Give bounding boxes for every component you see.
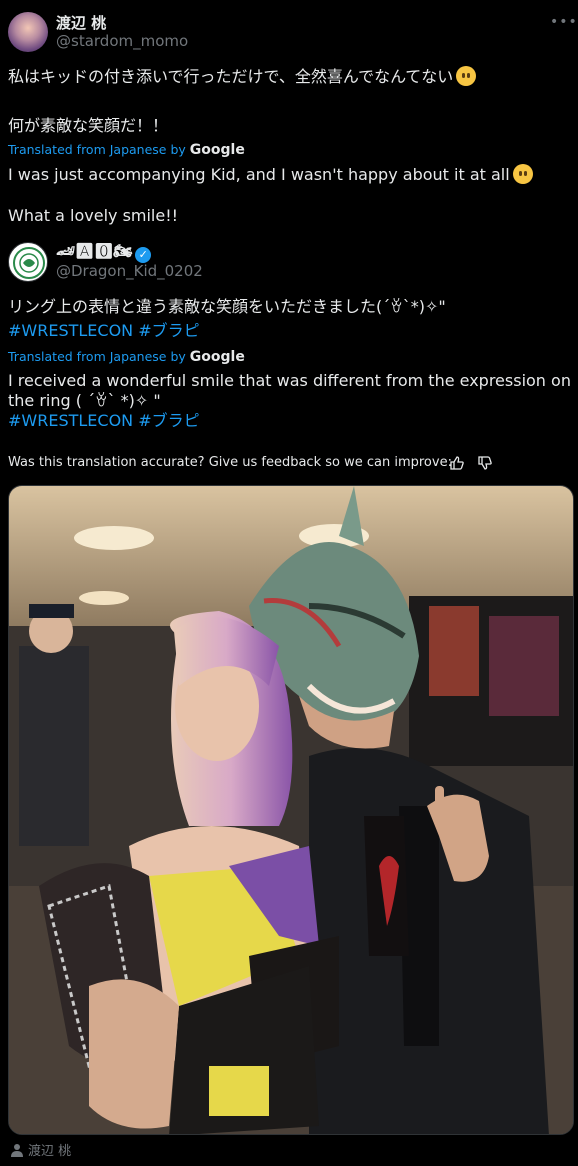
quote-text: リング上の表情と違う素敵な笑顔をいただきました(´ꈊ`*)✧" — [8, 297, 446, 316]
author-handle[interactable]: @stardom_momo — [56, 32, 188, 50]
post-text-line2: 何が素敵な笑顔だ！！ — [8, 116, 169, 135]
quote-author-name[interactable]: 🏎🅰🅾🏍 ✓ — [56, 242, 152, 263]
person-icon — [11, 1144, 23, 1157]
quote-author-handle[interactable]: @Dragon_Kid_0202 — [56, 262, 203, 280]
google-logo: Google — [189, 349, 245, 365]
quote-translated-from-label: Translated from Japanese by — [8, 349, 186, 364]
translated-by[interactable]: Translated from Japanese by Google — [8, 142, 245, 158]
post-photo[interactable] — [8, 485, 574, 1135]
quote-translation-line1: I received a wonderful smile that was di… — [8, 371, 571, 390]
author-name[interactable]: 渡辺 桃 — [56, 12, 106, 33]
quote-author-name-text: 🏎🅰🅾🏍 — [56, 242, 133, 260]
quote-author-avatar[interactable] — [8, 242, 48, 282]
translation-feedback-prompt: Was this translation accurate? Give us f… — [8, 455, 452, 470]
quote-translation-hashtags[interactable]: #WRESTLECON #ブラピ — [8, 410, 200, 432]
verified-badge-icon: ✓ — [135, 247, 152, 263]
author-avatar[interactable] — [8, 12, 48, 52]
quote-translated-by[interactable]: Translated from Japanese by Google — [8, 349, 245, 365]
dragon-emblem-icon — [13, 247, 45, 279]
google-logo: Google — [189, 142, 245, 158]
no-mouth-face-emoji-icon — [456, 66, 477, 86]
thumbs-up-icon[interactable] — [448, 455, 466, 473]
quote-hashtags[interactable]: #WRESTLECON #ブラピ — [8, 320, 200, 342]
translation-line2: What a lovely smile!! — [8, 206, 179, 225]
more-icon[interactable]: ••• — [550, 12, 577, 32]
photo-image — [9, 486, 573, 1134]
translation-line1: I was just accompanying Kid, and I wasn'… — [8, 164, 533, 186]
translation-text: I was just accompanying Kid, and I wasn'… — [8, 165, 510, 184]
post-text: 私はキッドの付き添いで行っただけで、全然喜んでなんてない — [8, 67, 454, 86]
thumbs-down-icon[interactable] — [476, 455, 494, 473]
footer-label: 渡辺 桃 — [28, 1144, 72, 1159]
translated-from-label: Translated from Japanese by — [8, 142, 186, 157]
quote-translation-line2: the ring ( ´ꈊ` *)✧ " — [8, 391, 161, 410]
post-text-line1: 私はキッドの付き添いで行っただけで、全然喜んでなんてない — [8, 66, 477, 88]
footer-tagged-user[interactable]: 渡辺 桃 — [10, 1140, 71, 1159]
no-mouth-face-emoji-icon — [512, 164, 533, 184]
